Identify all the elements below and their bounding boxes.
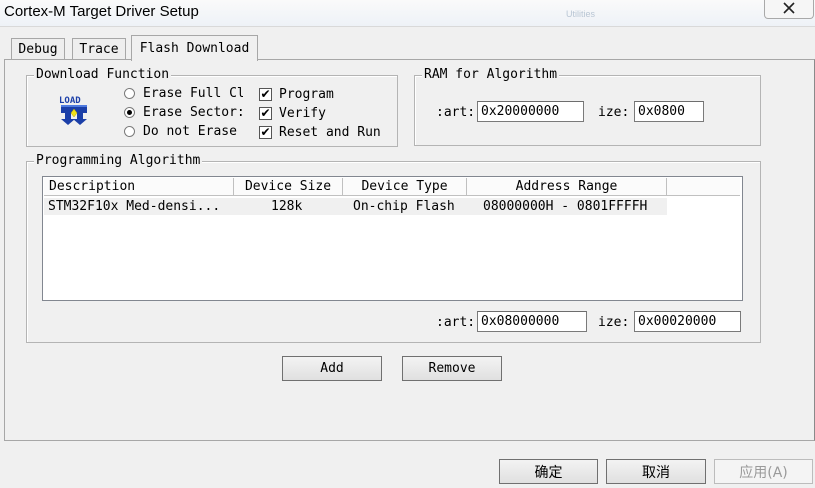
reset-and-run-checkbox[interactable]: ✔	[259, 126, 272, 139]
algo-start-label: :art:	[436, 315, 476, 330]
add-button[interactable]: Add	[282, 356, 382, 381]
column-header-device-size[interactable]: Device Size	[234, 178, 343, 196]
window-title: Cortex-M Target Driver Setup	[4, 3, 199, 20]
algo-size-input[interactable]: 0x00020000	[634, 311, 741, 332]
apply-button[interactable]: 应用(A)	[714, 459, 813, 484]
tab-flash-download[interactable]: Flash Download	[131, 35, 258, 61]
row-device-size: 128k	[271, 199, 303, 214]
ok-button[interactable]: 确定	[499, 459, 598, 484]
row-address-range: 08000000H - 0801FFFFH	[483, 199, 648, 214]
ram-size-label: ize:	[598, 105, 630, 120]
ram-start-input[interactable]: 0x20000000	[477, 101, 584, 122]
reset-and-run-label: Reset and Run	[279, 125, 381, 140]
column-header-description[interactable]: Description	[44, 178, 234, 196]
verify-label: Verify	[279, 106, 326, 121]
erase-sectors-radio[interactable]	[124, 107, 135, 118]
do-not-erase-radio[interactable]	[124, 126, 135, 137]
row-device-type: On-chip Flash	[353, 199, 455, 214]
program-checkbox[interactable]: ✔	[259, 88, 272, 101]
close-icon	[783, 2, 795, 14]
tab-trace[interactable]: Trace	[72, 38, 126, 60]
algo-start-input[interactable]: 0x08000000	[477, 311, 587, 332]
column-header-device-type[interactable]: Device Type	[343, 178, 467, 196]
load-icon-text: LOAD	[59, 96, 81, 106]
erase-full-chip-label: Erase Full Cl	[143, 86, 243, 101]
background-tab-ghost: Utilities	[566, 9, 596, 19]
ram-start-label: :art:	[436, 105, 476, 120]
erase-sectors-label: Erase Sector:	[143, 105, 243, 120]
column-header-address-range[interactable]: Address Range	[467, 178, 667, 196]
erase-full-chip-radio[interactable]	[124, 88, 135, 99]
ram-size-input[interactable]: 0x0800	[634, 101, 704, 122]
verify-checkbox[interactable]: ✔	[259, 107, 272, 120]
tab-debug[interactable]: Debug	[11, 38, 65, 60]
close-button[interactable]	[764, 0, 814, 19]
program-label: Program	[279, 87, 334, 102]
do-not-erase-label: Do not Erase	[143, 124, 237, 139]
download-function-legend: Download Function	[34, 67, 172, 82]
cancel-button[interactable]: 取消	[606, 459, 706, 484]
column-header-filler	[667, 178, 740, 196]
load-icon: LOAD	[59, 96, 87, 125]
programming-algorithm-legend: Programming Algorithm	[34, 153, 203, 168]
remove-button[interactable]: Remove	[402, 356, 502, 381]
row-description: STM32F10x Med-densi...	[48, 199, 221, 214]
ram-for-algorithm-legend: RAM for Algorithm	[422, 67, 560, 82]
algo-size-label: ize:	[598, 315, 630, 330]
